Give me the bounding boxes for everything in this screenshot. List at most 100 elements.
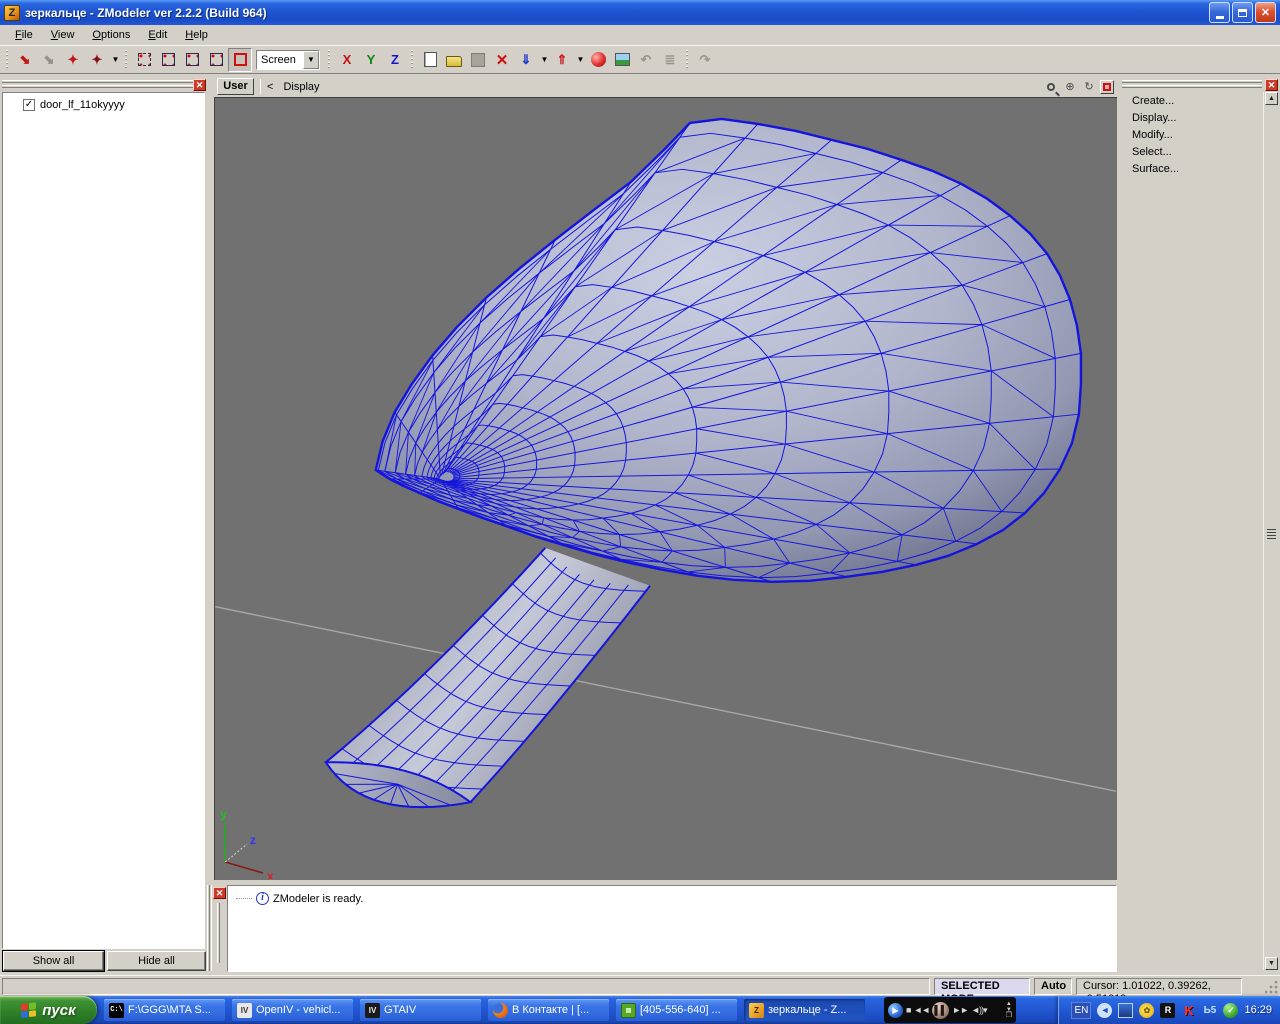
import-icon: ⇓ <box>521 52 532 68</box>
taskbar-item-gtaiv[interactable]: IV GTAIV <box>360 999 481 1021</box>
axis-z-button[interactable]: Z <box>383 48 407 72</box>
toolbar-grip[interactable] <box>410 50 415 70</box>
toolbar-grip[interactable] <box>5 50 10 70</box>
viewport-canvas[interactable]: yxz <box>214 97 1117 880</box>
import-button[interactable]: ⇓ <box>514 48 538 72</box>
menu-options[interactable]: Options <box>83 27 139 43</box>
export-button[interactable]: ⇑ <box>550 48 574 72</box>
polygons-level-button[interactable] <box>180 48 204 72</box>
wmp-pause-button[interactable]: ▌▌ <box>932 1002 949 1019</box>
menu-edit[interactable]: Edit <box>139 27 176 43</box>
chevron-down-icon[interactable]: ▼ <box>303 51 319 69</box>
patches-level-button[interactable] <box>204 48 228 72</box>
select-mode-dropdown[interactable]: ▼ <box>109 48 121 72</box>
nav-back-arrow[interactable]: < <box>267 81 273 93</box>
menu-item-display[interactable]: Display... <box>1132 110 1179 127</box>
import-dropdown[interactable]: ▼ <box>538 48 550 72</box>
start-button[interactable]: пуск <box>0 996 97 1024</box>
objects-level-button[interactable] <box>228 48 252 72</box>
menu-help[interactable]: Help <box>176 27 217 43</box>
left-panel-header[interactable] <box>2 78 205 90</box>
taskbar-item-openiv[interactable]: IV OpenIV - vehicl... <box>232 999 353 1021</box>
select-quadr-button[interactable]: ✦ <box>61 48 85 72</box>
material-sphere-icon <box>591 52 606 67</box>
axis-x-button[interactable]: X <box>335 48 359 72</box>
edges-level-button[interactable] <box>156 48 180 72</box>
right-panel-header[interactable] <box>1122 78 1262 90</box>
taskbar-item-cmd[interactable]: C:\ F:\GGG\MTA S... <box>104 999 225 1021</box>
history-button[interactable]: ≣ <box>658 48 682 72</box>
menu-item-modify[interactable]: Modify... <box>1132 127 1179 144</box>
object-row[interactable]: ✓ door_lf_11okyyyy <box>7 99 200 111</box>
menu-file[interactable]: File <box>6 27 42 43</box>
wmp-stop-button[interactable]: ■ <box>906 1005 910 1015</box>
taskbar-item-zmodeler[interactable]: Z зеркальце - Z... <box>744 999 865 1021</box>
save-file-button[interactable] <box>466 48 490 72</box>
select-single-button[interactable]: ⬊ <box>13 48 37 72</box>
scroll-down-button[interactable]: ▼ <box>1265 957 1278 970</box>
coordinate-space-combo[interactable]: Screen ▼ <box>256 50 320 70</box>
new-file-button[interactable] <box>418 48 442 72</box>
close-button[interactable]: ✕ <box>1255 2 1276 23</box>
open-file-button[interactable] <box>442 48 466 72</box>
commands-scrollbar[interactable]: ▲ ▼ <box>1263 92 1278 970</box>
scroll-thumb[interactable] <box>1266 526 1277 542</box>
maximize-viewport-button[interactable] <box>1100 80 1114 94</box>
zoom-icon[interactable] <box>1043 79 1059 94</box>
texture-browser-button[interactable] <box>610 48 634 72</box>
select-mode-button[interactable]: ✦ <box>85 48 109 72</box>
taskbar-item-qip[interactable]: ▤ [405-556-640] ... <box>616 999 737 1021</box>
minimize-button[interactable] <box>1209 2 1230 23</box>
redo-icon: ↷ <box>700 52 711 68</box>
taskbar-item-browser[interactable]: В Контакте | [... <box>488 999 609 1021</box>
update-ok-tray-icon[interactable]: ✓ <box>1223 1003 1238 1018</box>
wmp-volume-button[interactable]: ◄))▾ <box>971 1005 986 1016</box>
menu-item-surface[interactable]: Surface... <box>1132 161 1179 178</box>
auto-mode-button[interactable]: Auto <box>1034 978 1072 995</box>
restore-button[interactable] <box>1232 2 1253 23</box>
right-panel-close-button[interactable]: ✕ <box>1265 79 1278 91</box>
undo-button[interactable]: ↶ <box>634 48 658 72</box>
vertical-splitter[interactable] <box>207 885 210 971</box>
toolbar-grip[interactable] <box>685 50 690 70</box>
b5-tray-icon[interactable]: Ь5 <box>1202 1003 1217 1018</box>
menu-item-select[interactable]: Select... <box>1132 144 1179 161</box>
export-dropdown[interactable]: ▼ <box>574 48 586 72</box>
titlebar: Z зеркальце - ZModeler ver 2.2.2 (Build … <box>0 0 1280 25</box>
show-all-button[interactable]: Show all <box>3 951 104 971</box>
cursor-coordinates: Cursor: 1.01022, 0.39262, -0.51019 <box>1076 978 1242 995</box>
wmp-deskband-controls[interactable]: ▲▼❐ <box>1006 1001 1012 1019</box>
info-icon: i <box>256 892 269 905</box>
material-editor-button[interactable] <box>586 48 610 72</box>
rotate-view-icon[interactable]: ↻ <box>1081 79 1097 94</box>
kaspersky-tray-icon[interactable]: K <box>1181 1003 1196 1018</box>
vertices-level-button[interactable] <box>132 48 156 72</box>
wmp-next-button[interactable]: ►► <box>952 1005 968 1015</box>
icq-tray-icon[interactable]: ✿ <box>1139 1003 1154 1018</box>
rockstar-tray-icon[interactable]: R <box>1160 1003 1175 1018</box>
log-panel-close-button[interactable]: ✕ <box>213 887 226 899</box>
toolbar-grip[interactable] <box>124 50 129 70</box>
object-visibility-checkbox[interactable]: ✓ <box>23 99 35 111</box>
language-indicator[interactable]: EN <box>1071 1002 1091 1019</box>
objects-list[interactable]: ✓ door_lf_11okyyyy <box>2 92 205 949</box>
toolbar-grip[interactable] <box>327 50 332 70</box>
clock[interactable]: 16:29 <box>1244 1004 1272 1016</box>
network-tray-icon[interactable] <box>1118 1003 1133 1018</box>
left-panel-close-button[interactable]: ✕ <box>193 79 206 91</box>
resize-grip[interactable] <box>1265 981 1278 994</box>
wmp-previous-button[interactable]: ◄◄ <box>913 1005 929 1015</box>
status-message-box <box>2 978 930 995</box>
view-type-button[interactable]: User <box>217 78 254 95</box>
hide-tray-icons-icon[interactable]: ◄ <box>1097 1003 1112 1018</box>
delete-button[interactable]: ✕ <box>490 48 514 72</box>
select-separated-button[interactable]: ⬊ <box>37 48 61 72</box>
hide-all-button[interactable]: Hide all <box>107 951 206 971</box>
scroll-up-button[interactable]: ▲ <box>1265 92 1278 105</box>
menu-item-create[interactable]: Create... <box>1132 93 1179 110</box>
pan-hand-icon[interactable]: ⊕ <box>1062 79 1078 94</box>
axis-y-button[interactable]: Y <box>359 48 383 72</box>
redo-button[interactable]: ↷ <box>693 48 717 72</box>
nav-current-label[interactable]: Display <box>283 81 319 93</box>
menu-view[interactable]: View <box>42 27 84 43</box>
